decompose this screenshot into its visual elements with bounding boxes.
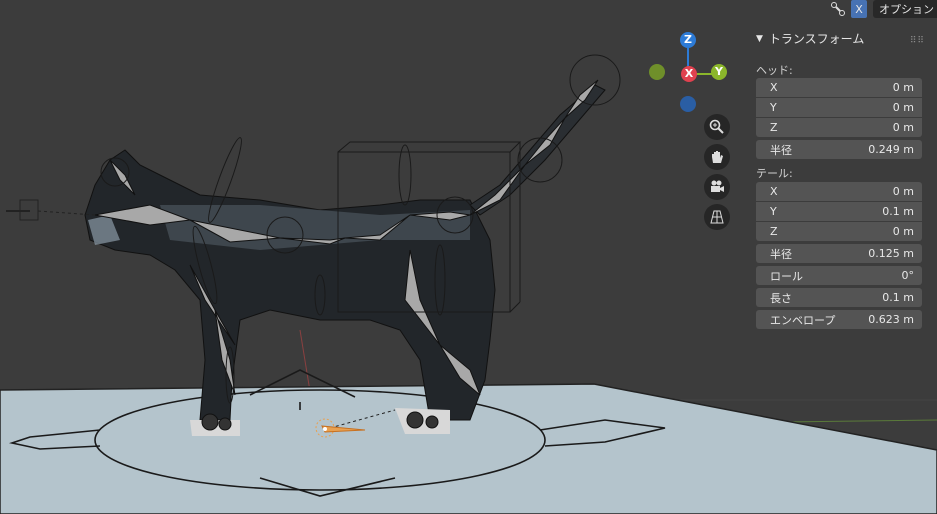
length-label: 長さ — [770, 291, 792, 305]
envelope-value: 0.623 m — [868, 313, 914, 326]
drag-grip-icon[interactable]: ⠿⠿ — [910, 36, 925, 46]
transform-panel: ▼ トランスフォーム ⠿⠿ ヘッド: X 0 m Y 0 m Z 0 m 半径 … — [748, 22, 937, 514]
zoom-icon — [709, 119, 724, 134]
zoom-button[interactable] — [704, 114, 730, 140]
pan-button[interactable] — [704, 144, 730, 170]
options-label: オプション — [879, 3, 934, 16]
head-x-label: X — [770, 81, 778, 94]
roll-value: 0° — [901, 269, 915, 282]
gizmo-z-label: Z — [684, 33, 692, 46]
tail-z-label: Z — [770, 225, 778, 238]
head-radius-field[interactable]: 半径 0.249 m — [756, 140, 922, 159]
panel-title: トランスフォーム — [768, 32, 865, 46]
head-x-value: 0 m — [892, 81, 914, 94]
head-z-field[interactable]: Z 0 m — [756, 118, 922, 137]
eye-target-control — [6, 199, 39, 221]
tail-z-field[interactable]: Z 0 m — [756, 222, 922, 241]
head-radius-label: 半径 — [770, 143, 792, 157]
x-ray-label: X — [855, 2, 863, 16]
gizmo-z-axis-ball[interactable]: Z — [680, 32, 696, 48]
gizmo-neg-z-axis-ball[interactable] — [680, 96, 696, 112]
gizmo-y-label: Y — [715, 65, 723, 78]
length-value: 0.1 m — [882, 291, 914, 304]
tail-radius-value: 0.125 m — [868, 247, 914, 260]
head-radius-value: 0.249 m — [868, 143, 914, 156]
tail-y-value: 0.1 m — [882, 205, 914, 218]
options-dropdown[interactable]: オプション — [873, 0, 937, 18]
camera-icon — [711, 180, 724, 192]
tail-y-field[interactable]: Y 0.1 m — [756, 202, 922, 221]
chevron-down-icon: ▼ — [756, 33, 763, 44]
transform-panel-header[interactable]: ▼ トランスフォーム — [756, 30, 864, 47]
tail-x-label: X — [770, 185, 778, 198]
roll-label: ロール — [770, 269, 803, 283]
head-x-field[interactable]: X 0 m — [756, 78, 922, 97]
head-z-value: 0 m — [892, 121, 914, 134]
tail-x-field[interactable]: X 0 m — [756, 182, 922, 201]
envelope-label: エンベロープ — [770, 313, 836, 327]
tail-label: テール: — [756, 167, 793, 180]
head-y-label: Y — [770, 101, 777, 114]
overlay-toggle[interactable] — [830, 0, 846, 18]
gizmo-x-axis-ball[interactable]: X — [681, 66, 697, 82]
tail-z-value: 0 m — [892, 225, 914, 238]
roll-field[interactable]: ロール 0° — [756, 266, 922, 285]
envelope-field[interactable]: エンベロープ 0.623 m — [756, 310, 922, 329]
head-label: ヘッド: — [756, 64, 793, 77]
gizmo-y-axis-ball[interactable]: Y — [711, 64, 727, 80]
head-y-field[interactable]: Y 0 m — [756, 98, 922, 117]
head-y-value: 0 m — [892, 101, 914, 114]
gizmo-x-label: X — [684, 67, 694, 80]
gizmo-neg-y-axis-ball[interactable] — [649, 64, 665, 80]
pan-hand-icon — [712, 151, 723, 163]
perspective-toggle-button[interactable] — [704, 204, 730, 230]
bone-overlay-icon — [831, 2, 845, 16]
tail-radius-field[interactable]: 半径 0.125 m — [756, 244, 922, 263]
tail-radius-label: 半径 — [770, 247, 792, 261]
head-z-label: Z — [770, 121, 778, 134]
x-ray-toggle[interactable]: X — [851, 0, 867, 18]
grid-perspective-icon — [710, 210, 724, 224]
length-field[interactable]: 長さ 0.1 m — [756, 288, 922, 307]
tail-x-value: 0 m — [892, 185, 914, 198]
camera-view-button[interactable] — [704, 174, 730, 200]
tail-y-label: Y — [770, 205, 777, 218]
